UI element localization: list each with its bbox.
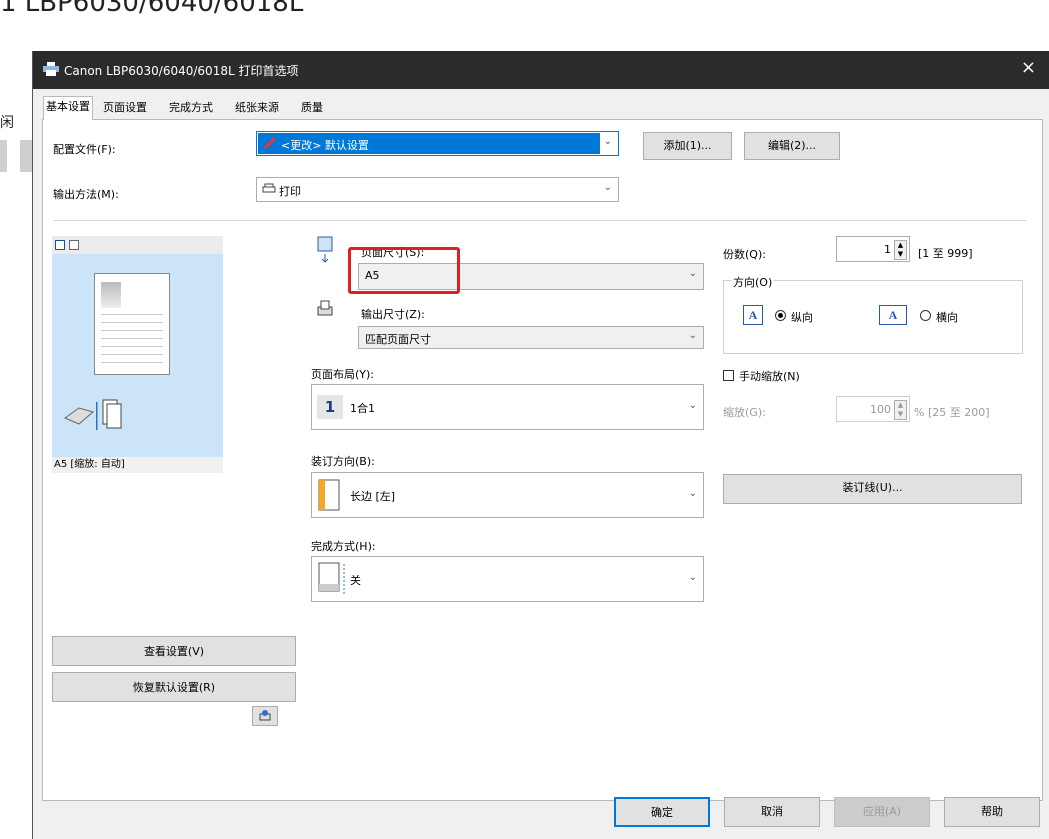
view-settings-button[interactable]: 查看设置(V) [52,636,296,666]
manual-scaling-label: 手动缩放(N) [739,370,800,383]
window-title: Canon LBP6030/6040/6018L 打印首选项 [64,64,299,78]
printer-view-icon[interactable] [69,240,79,250]
preview-line [101,354,163,355]
page-preview-thumbnail [94,273,170,375]
pencil-icon [263,137,277,149]
page-layout-value: 1合1 [350,402,375,415]
output-method-value: 打印 [279,185,301,198]
portrait-radio[interactable] [775,310,786,321]
preview-image-placeholder [101,282,121,308]
preview-caption: A5 [缩放: 自动] [52,457,223,473]
finishing-off-icon [318,562,345,594]
title-bar: Canon LBP6030/6040/6018L 打印首选项 × [33,51,1049,89]
output-method-label: 输出方法(M): [53,188,119,201]
page-layout-select[interactable]: 1 1合1 ⌄ [311,384,704,430]
landscape-icon: A [879,305,907,325]
finishing-label: 完成方式(H): [311,540,376,553]
tab-paper-source[interactable]: 纸张来源 [233,98,281,118]
landscape-label: 横向 [936,311,958,324]
output-size-label: 输出尺寸(Z): [361,308,425,321]
restore-defaults-button[interactable]: 恢复默认设置(R) [52,672,296,702]
chevron-down-icon: ⌄ [688,268,697,279]
copies-range: [1 至 999] [918,247,973,260]
preview-line [101,346,163,347]
copies-value: 1 [884,243,891,256]
scaling-label: 缩放(G): [723,406,766,419]
separator [53,220,1027,221]
preview-toolbar [52,236,223,254]
copies-label: 份数(Q): [723,248,766,261]
preview-line [101,362,163,363]
orientation-group [723,280,1023,354]
page-layout-label: 页面布局(Y): [311,368,375,381]
preview-line [101,314,163,315]
output-size-icon [317,300,333,316]
binding-value: 长边 [左] [350,490,396,503]
preview-line [101,330,163,331]
scaling-spinbox[interactable]: 100 ▲ ▼ [836,396,910,422]
tab-quality[interactable]: 质量 [299,98,325,118]
scaling-range: % [25 至 200] [914,406,990,419]
paper-stack-icon [63,399,122,430]
cancel-button[interactable]: 取消 [724,797,820,827]
help-info-icon[interactable] [252,706,278,726]
printer-icon [262,183,276,193]
annotation-highlight-box [348,247,460,294]
chevron-down-icon: ⌄ [603,182,612,193]
tab-basic-settings[interactable]: 基本设置 [43,96,93,120]
printer-icon [43,62,59,76]
edit-profile-button[interactable]: 编辑(2)... [744,132,840,160]
profile-value: <更改> 默认设置 [281,139,369,152]
chevron-down-icon: ⌄ [688,330,697,341]
close-icon[interactable]: × [1021,57,1036,78]
portrait-label: 纵向 [791,311,813,324]
apply-button[interactable]: 应用(A) [834,797,930,827]
output-size-select[interactable]: 匹配页面尺寸 ⌄ [358,326,704,349]
profile-label: 配置文件(F): [53,143,116,156]
printer-info-icon [259,710,271,721]
profile-select[interactable]: <更改> 默认设置 ⌄ [256,131,619,156]
spin-arrows-icon[interactable]: ▲ ▼ [894,400,907,420]
gutter-button[interactable]: 装订线(U)... [723,474,1022,504]
background-status-text: 闲 [0,115,14,131]
output-method-select[interactable]: 打印 ⌄ [256,177,619,202]
tab-page-setup[interactable]: 页面设置 [101,98,149,118]
manual-scaling-checkbox[interactable] [723,370,734,381]
background-button-fragment [20,140,32,172]
binding-select[interactable]: 长边 [左] ⌄ [311,472,704,518]
output-size-value: 匹配页面尺寸 [365,333,431,346]
page-size-icon [317,236,333,263]
background-window-title: 1 LBP6030/6040/6018L [0,0,304,18]
chevron-down-icon: ⌄ [603,136,612,147]
page-view-icon[interactable] [55,240,65,250]
preview-line [101,338,163,339]
binding-long-edge-icon [318,479,340,511]
ok-button[interactable]: 确定 [614,797,710,827]
finishing-value: 关 [350,574,361,587]
binding-label: 装订方向(B): [311,455,375,468]
finishing-select[interactable]: 关 ⌄ [311,556,704,602]
tab-finishing[interactable]: 完成方式 [167,98,215,118]
chevron-down-icon: ⌄ [688,400,697,411]
help-button[interactable]: 帮助 [944,797,1040,827]
chevron-down-icon: ⌄ [688,572,697,583]
chevron-down-icon: ⌄ [688,488,697,499]
add-profile-button[interactable]: 添加(1)... [643,132,732,160]
orientation-label: 方向(O) [731,274,775,290]
copies-spinbox[interactable]: 1 ▲ ▼ [836,236,910,262]
scaling-value: 100 [870,403,891,416]
background-button-fragment [0,140,7,172]
landscape-radio[interactable] [920,310,931,321]
spin-arrows-icon[interactable]: ▲ ▼ [894,240,907,260]
layout-number-icon: 1 [317,395,343,419]
preview-line [101,322,163,323]
portrait-icon: A [743,305,763,325]
